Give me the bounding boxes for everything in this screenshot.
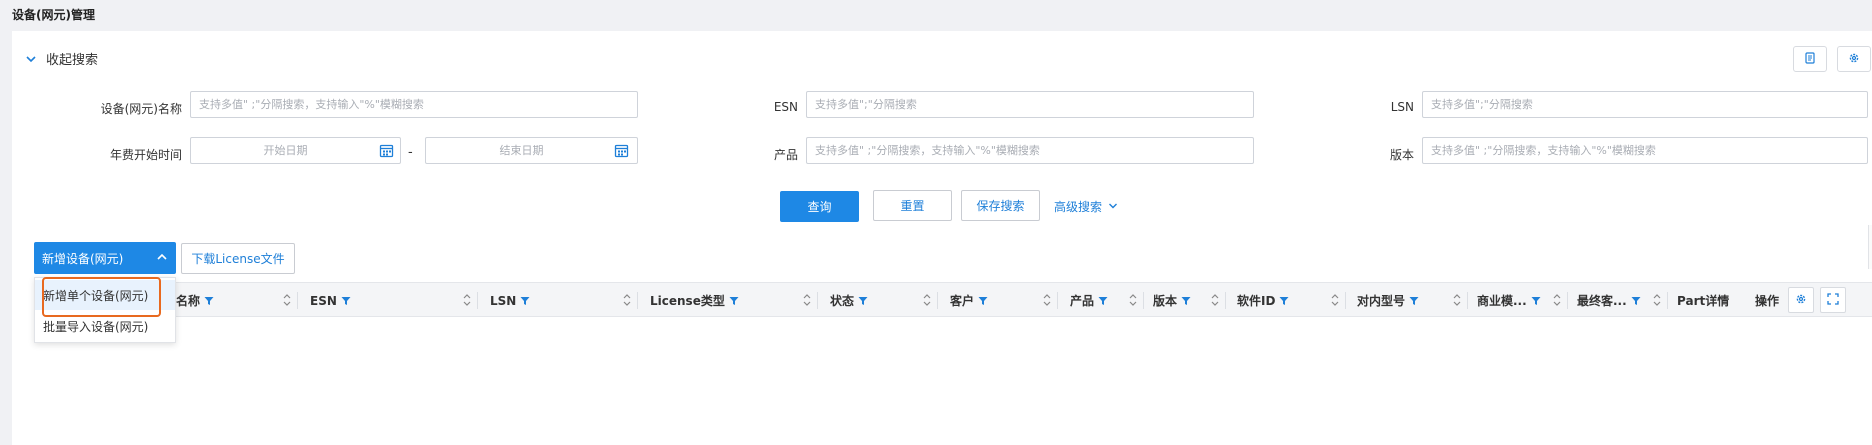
fee-start-label: 年费开始时间 <box>109 148 182 162</box>
column-settings-button[interactable] <box>1788 287 1814 313</box>
sort-icon[interactable] <box>1331 293 1339 307</box>
esn-label: ESN <box>773 100 798 114</box>
sort-icon[interactable] <box>463 293 471 307</box>
sort-icon[interactable] <box>1129 293 1137 307</box>
product-label: 产品 <box>773 148 798 162</box>
end-date-input[interactable] <box>425 137 638 164</box>
esn-input[interactable] <box>806 91 1254 118</box>
chevron-down-icon <box>24 52 38 66</box>
filter-icon[interactable] <box>1631 296 1641 306</box>
column-header-actions: 操作 <box>1755 294 1780 308</box>
sort-icon[interactable] <box>1211 293 1219 307</box>
settings-button[interactable] <box>1837 46 1871 72</box>
column-header-status[interactable]: 状态 <box>830 283 868 318</box>
column-header-version[interactable]: 版本 <box>1153 283 1191 318</box>
expand-icon <box>1827 292 1839 308</box>
advanced-search-toggle[interactable]: 高级搜索 <box>1054 198 1118 215</box>
chevron-up-icon <box>156 251 168 266</box>
menu-item-batch-import-device[interactable]: 批量导入设备(网元) <box>35 311 175 341</box>
filter-icon[interactable] <box>1409 296 1419 306</box>
document-icon <box>1804 51 1816 67</box>
export-button[interactable] <box>1793 46 1827 72</box>
column-header-license-type[interactable]: License类型 <box>650 283 739 318</box>
save-search-button[interactable]: 保存搜索 <box>961 190 1040 221</box>
start-date-input[interactable] <box>190 137 401 164</box>
chevron-down-icon <box>1108 200 1118 214</box>
filter-icon[interactable] <box>1181 296 1191 306</box>
filter-icon[interactable] <box>978 296 988 306</box>
column-header-esn[interactable]: ESN <box>310 283 351 318</box>
calendar-icon[interactable] <box>378 142 394 158</box>
filter-icon[interactable] <box>858 296 868 306</box>
column-header-business-model[interactable]: 商业模... <box>1477 283 1541 318</box>
column-header-customer[interactable]: 客户 <box>950 283 988 318</box>
sort-icon[interactable] <box>1553 293 1561 307</box>
sort-icon[interactable] <box>923 293 931 307</box>
advanced-search-label: 高级搜索 <box>1054 200 1103 214</box>
column-header-end-customer[interactable]: 最终客... <box>1577 283 1641 318</box>
column-header-internal-model[interactable]: 对内型号 <box>1357 283 1419 318</box>
version-label: 版本 <box>1389 148 1414 162</box>
reset-button[interactable]: 重置 <box>873 190 952 221</box>
sort-icon[interactable] <box>1453 293 1461 307</box>
filter-icon[interactable] <box>729 296 739 306</box>
query-button[interactable]: 查询 <box>780 191 859 222</box>
column-header-name[interactable]: 名称 <box>176 283 214 318</box>
add-device-menu: 新增单个设备(网元) 批量导入设备(网元) <box>34 277 176 343</box>
sort-icon[interactable] <box>1043 293 1051 307</box>
fullscreen-button[interactable] <box>1820 287 1846 313</box>
scrollbar-edge[interactable] <box>1868 225 1872 269</box>
calendar-icon[interactable] <box>613 142 629 158</box>
filter-icon[interactable] <box>341 296 351 306</box>
filter-icon[interactable] <box>520 296 530 306</box>
page-title: 设备(网元)管理 <box>12 8 95 22</box>
version-input[interactable] <box>1422 137 1868 164</box>
column-header-software-id[interactable]: 软件ID <box>1237 283 1289 318</box>
sort-icon[interactable] <box>623 293 631 307</box>
add-device-label: 新增设备(网元) <box>42 251 124 266</box>
column-header-product[interactable]: 产品 <box>1070 283 1108 318</box>
add-device-button[interactable]: 新增设备(网元) <box>34 242 176 274</box>
download-license-button[interactable]: 下载License文件 <box>181 243 295 274</box>
filter-icon[interactable] <box>1279 296 1289 306</box>
filter-icon[interactable] <box>204 296 214 306</box>
gear-icon <box>1795 293 1807 308</box>
lsn-label: LSN <box>1390 100 1414 114</box>
collapse-search-label: 收起搜索 <box>46 53 99 68</box>
column-header-lsn[interactable]: LSN <box>490 283 530 318</box>
date-range-separator: - <box>408 145 413 160</box>
filter-icon[interactable] <box>1531 296 1541 306</box>
device-name-input[interactable] <box>190 91 638 118</box>
sort-icon[interactable] <box>803 293 811 307</box>
column-header-part-details: Part详情 <box>1677 294 1730 308</box>
collapse-search-toggle[interactable]: 收起搜索 <box>24 49 98 68</box>
table-header: 名称 ESN LSN License类型 状态 客户 产品 版本 软件ID 对内… <box>34 282 1872 317</box>
sort-icon[interactable] <box>1653 293 1661 307</box>
device-name-label: 设备(网元)名称 <box>100 102 182 116</box>
lsn-input[interactable] <box>1422 91 1868 118</box>
filter-icon[interactable] <box>1098 296 1108 306</box>
menu-item-add-single-device[interactable]: 新增单个设备(网元) <box>35 280 175 310</box>
product-input[interactable] <box>806 137 1254 164</box>
sort-icon[interactable] <box>283 293 291 307</box>
gear-icon <box>1848 52 1860 67</box>
